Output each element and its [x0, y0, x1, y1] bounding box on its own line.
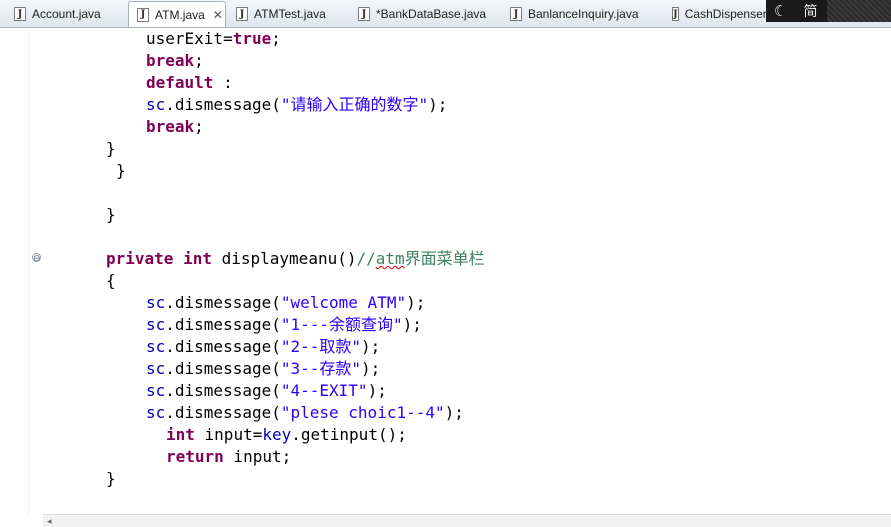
- ime-mode-label: 简: [803, 3, 818, 19]
- overlay-pattern: [827, 0, 891, 22]
- code-line: sc.dismessage("3--存款");: [146, 359, 381, 378]
- code-line: sc.dismessage("welcome ATM");: [146, 293, 426, 312]
- editor-tab-bar: J Account.java J ATM.java ✕ J ATMTest.ja…: [0, 0, 891, 28]
- code-line: }: [106, 139, 116, 158]
- code-line: break;: [146, 117, 204, 136]
- tab-banlanceinquiry-java[interactable]: J BanlanceInquiry.java: [502, 2, 662, 26]
- tab-cashdispenser-java[interactable]: J CashDispenser.j: [664, 2, 766, 26]
- tab-label: Account.java: [32, 7, 101, 21]
- tab-atmtest-java[interactable]: J ATMTest.java: [228, 2, 348, 26]
- java-file-icon: J: [137, 7, 149, 22]
- code-line: return input;: [166, 447, 292, 466]
- horizontal-scrollbar[interactable]: ◂: [43, 514, 891, 527]
- moon-icon: ☾: [774, 3, 788, 20]
- code-line: sc.dismessage("plese choic1--4");: [146, 403, 464, 422]
- java-file-icon: J: [14, 7, 26, 21]
- tab-atm-java[interactable]: J ATM.java ✕: [128, 1, 226, 27]
- code-line: }: [106, 205, 116, 224]
- java-file-icon: J: [510, 7, 522, 21]
- tab-label: *BankDataBase.java: [376, 7, 487, 21]
- code-line: sc.dismessage("请输入正确的数字");: [146, 95, 448, 114]
- java-file-icon: J: [236, 7, 248, 21]
- code-line: }: [106, 469, 116, 488]
- code-line: sc.dismessage("4--EXIT");: [146, 381, 387, 400]
- code-line: default :: [146, 73, 233, 92]
- code-line: sc.dismessage("1---余额查询");: [146, 315, 422, 334]
- ime-overlay[interactable]: ☾ 简: [766, 0, 891, 22]
- scroll-left-arrow-icon[interactable]: ◂: [47, 515, 52, 527]
- java-file-icon: J: [672, 7, 679, 21]
- tab-label: ATM.java: [155, 7, 205, 22]
- editor-left-ruler: [0, 28, 29, 514]
- code-line: }: [116, 161, 126, 180]
- code-line: userExit=true;: [146, 29, 281, 48]
- code-line: break;: [146, 51, 204, 70]
- close-tab-icon[interactable]: ✕: [213, 8, 223, 22]
- code-line: private int displaymeanu()//atm界面菜单栏: [106, 249, 485, 268]
- tab-account-java[interactable]: J Account.java: [6, 2, 126, 26]
- code-line: sc.dismessage("2--取款");: [146, 337, 381, 356]
- tab-label: BanlanceInquiry.java: [528, 7, 639, 21]
- tab-label: ATMTest.java: [254, 7, 326, 21]
- code-line: {: [106, 271, 116, 290]
- code-line: int input=key.getinput();: [166, 425, 407, 444]
- tab-label: CashDispenser.j: [684, 7, 766, 21]
- fold-collapse-icon[interactable]: ⊖: [32, 253, 41, 263]
- java-file-icon: J: [358, 7, 370, 21]
- tab-bankdatabase-java[interactable]: J *BankDataBase.java: [350, 2, 500, 26]
